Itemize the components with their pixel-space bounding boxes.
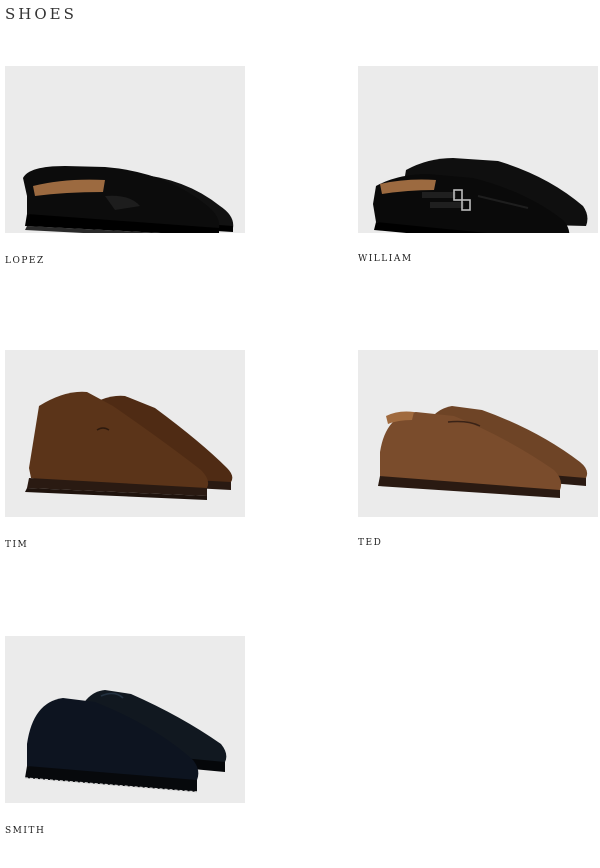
product-card-william[interactable]: WILLIAM	[358, 66, 598, 264]
split-toe-derby-icon	[378, 406, 588, 498]
split-toe-derby-icon	[24, 690, 227, 793]
penny-loafer-icon	[23, 166, 234, 233]
product-name[interactable]: TIM	[5, 540, 28, 550]
double-monk-strap-icon	[373, 158, 588, 233]
product-image[interactable]	[358, 66, 598, 233]
product-card-smith[interactable]: SMITH	[5, 636, 245, 836]
product-image[interactable]	[358, 350, 598, 517]
product-image[interactable]	[5, 66, 245, 233]
chukka-boot-icon	[25, 391, 233, 500]
product-name[interactable]: SMITH	[5, 826, 45, 836]
product-name[interactable]: WILLIAM	[358, 254, 413, 264]
product-name[interactable]: TED	[358, 538, 382, 548]
product-name[interactable]: LOPEZ	[5, 256, 45, 266]
product-image[interactable]	[5, 636, 245, 803]
product-image[interactable]	[5, 350, 245, 517]
page-title: SHOES	[5, 5, 77, 23]
product-card-lopez[interactable]: LOPEZ	[5, 66, 245, 266]
product-card-ted[interactable]: TED	[358, 350, 598, 548]
product-card-tim[interactable]: TIM	[5, 350, 245, 550]
